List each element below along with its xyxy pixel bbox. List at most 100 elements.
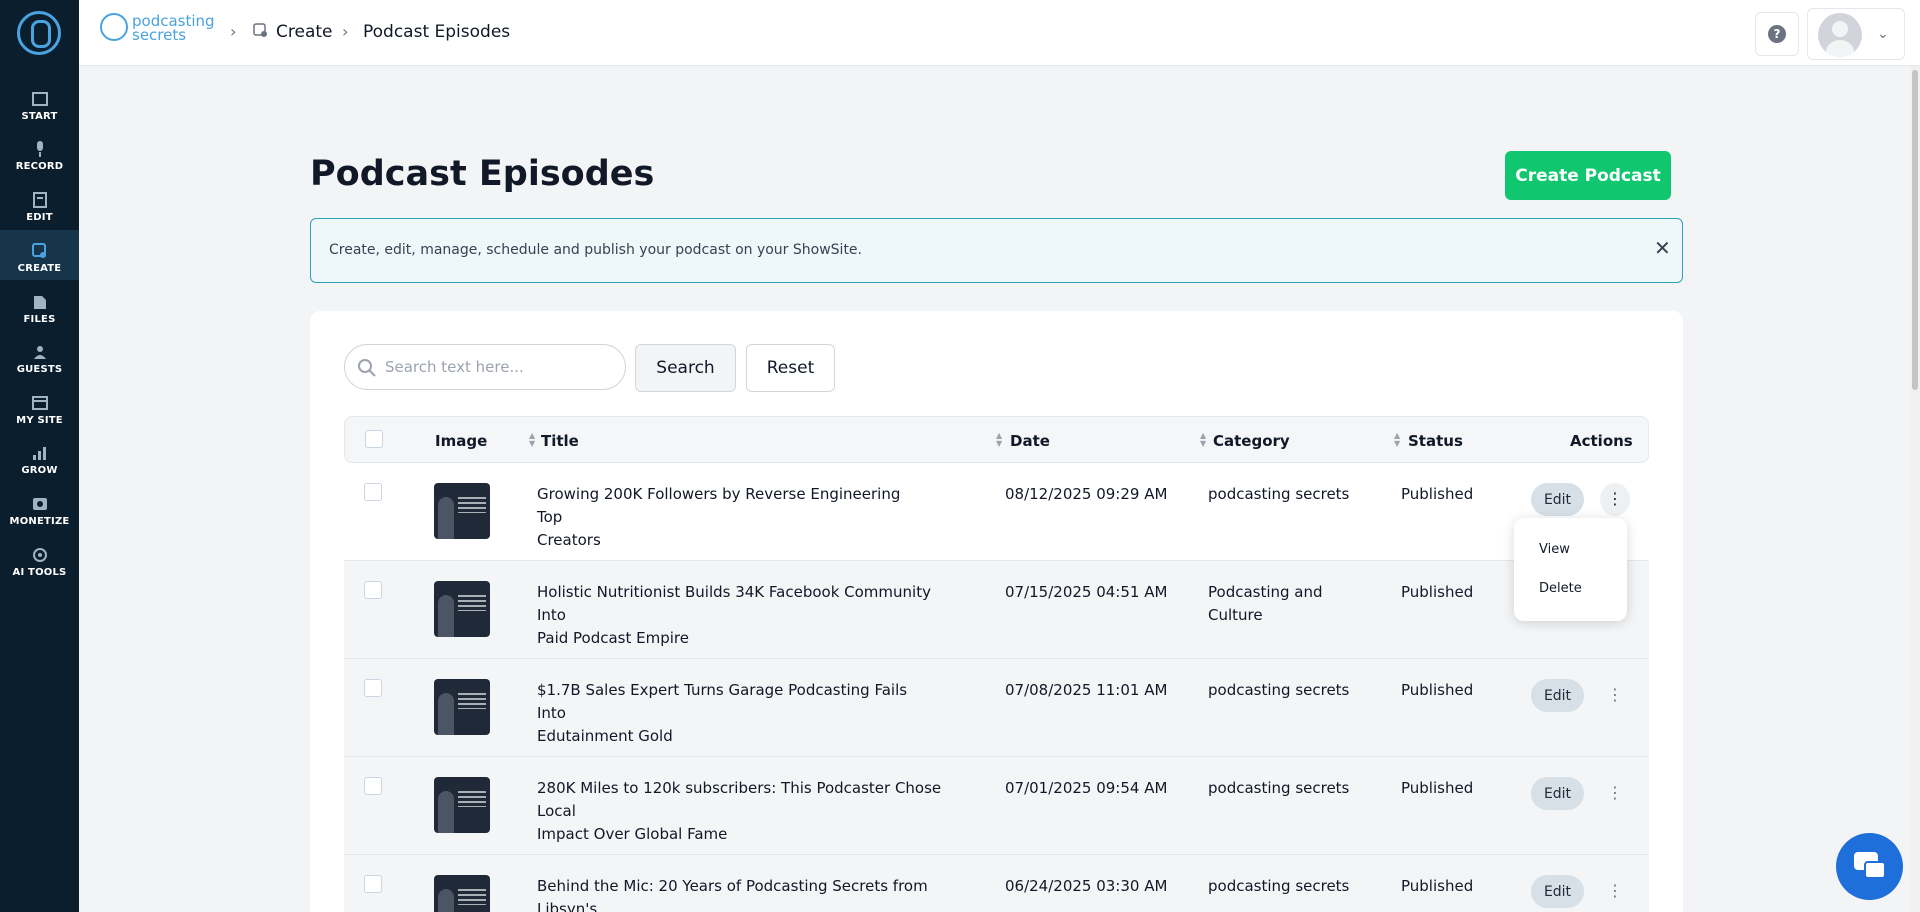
episode-title[interactable]: Growing 200K Followers by Reverse Engine… <box>537 483 917 552</box>
page-title: Podcast Episodes <box>310 154 655 194</box>
row-actions-menu: View Delete <box>1514 518 1627 621</box>
brand-name: podcasting secrets <box>132 14 215 43</box>
chat-widget-button[interactable] <box>1836 833 1903 900</box>
episode-thumbnail[interactable] <box>434 777 490 833</box>
sort-icon[interactable]: ▲ ▼ <box>996 432 1002 448</box>
row-checkbox[interactable] <box>364 777 382 795</box>
chevron-down-icon: ⌄ <box>1877 26 1889 42</box>
more-options-icon[interactable]: ⋮ <box>1600 483 1630 516</box>
category-line: podcasting secrets <box>1208 681 1350 699</box>
title-line: Growing 200K Followers by Reverse Engine… <box>537 485 901 526</box>
episode-thumbnail[interactable] <box>434 875 490 912</box>
column-header-image: Image <box>435 432 488 450</box>
episode-date: 08/12/2025 09:29 AM <box>1005 485 1168 503</box>
sidebar-item-guests[interactable]: GUESTS <box>0 331 79 381</box>
episode-title[interactable]: Behind the Mic: 20 Years of Podcasting S… <box>537 875 957 912</box>
chevron-right-icon: › <box>342 22 349 41</box>
episode-status: Published <box>1401 485 1474 503</box>
info-banner: Create, edit, manage, schedule and publi… <box>310 218 1683 283</box>
column-header-title[interactable]: Title <box>541 432 579 450</box>
edit-button[interactable]: Edit <box>1531 679 1584 712</box>
row-checkbox[interactable] <box>364 581 382 599</box>
title-line: Holistic Nutritionist Builds 34K Faceboo… <box>537 583 931 624</box>
title-line: Impact Over Global Fame <box>537 825 728 843</box>
sidebar-item-monetize[interactable]: MONETIZE <box>0 483 79 533</box>
category-line: Podcasting and <box>1208 583 1323 601</box>
search-input[interactable] <box>385 355 615 379</box>
start-icon <box>31 91 49 107</box>
sidebar-item-files[interactable]: FILES <box>0 281 79 331</box>
search-button[interactable]: Search <box>635 344 736 392</box>
app-logo-icon[interactable] <box>17 11 61 55</box>
create-podcast-button[interactable]: Create Podcast <box>1505 151 1671 200</box>
scrollbar-thumb[interactable] <box>1912 70 1918 390</box>
grow-icon <box>31 445 49 461</box>
episode-title[interactable]: 280K Miles to 120k subscribers: This Pod… <box>537 777 957 846</box>
table-row: Behind the Mic: 20 Years of Podcasting S… <box>344 855 1649 912</box>
sidebar-item-label: GROW <box>21 465 58 476</box>
sidebar-item-grow[interactable]: GROW <box>0 432 79 482</box>
sidebar-item-label: GUESTS <box>16 364 63 375</box>
sidebar-item-label: FILES <box>23 314 56 325</box>
sidebar-item-label: RECORD <box>15 161 64 172</box>
table-row: $1.7B Sales Expert Turns Garage Podcasti… <box>344 659 1649 757</box>
episode-date: 06/24/2025 03:30 AM <box>1005 877 1168 895</box>
title-line: 280K Miles to 120k subscribers: This Pod… <box>537 779 942 820</box>
menu-item-delete[interactable]: Delete <box>1539 581 1582 596</box>
episode-status: Published <box>1401 877 1474 895</box>
guests-icon <box>31 344 49 360</box>
sort-icon[interactable]: ▲ ▼ <box>1200 432 1206 448</box>
sidebar-item-create[interactable]: CREATE <box>0 230 79 280</box>
close-icon[interactable]: ✕ <box>1654 236 1671 260</box>
brand-logo-icon <box>100 13 128 41</box>
help-button[interactable]: ? <box>1755 12 1799 56</box>
column-header-date[interactable]: Date <box>1010 432 1050 450</box>
episode-date: 07/15/2025 04:51 AM <box>1005 583 1168 601</box>
episode-thumbnail[interactable] <box>434 483 490 539</box>
edit-button[interactable]: Edit <box>1531 875 1584 908</box>
more-options-icon[interactable]: ⋮ <box>1600 875 1630 908</box>
files-icon <box>31 294 49 310</box>
user-menu-button[interactable]: ⌄ <box>1807 8 1905 60</box>
row-checkbox[interactable] <box>364 679 382 697</box>
episode-title[interactable]: $1.7B Sales Expert Turns Garage Podcasti… <box>537 679 937 748</box>
select-all-checkbox[interactable] <box>365 430 383 448</box>
sidebar-item-my-site[interactable]: MY SITE <box>0 382 79 432</box>
more-options-icon[interactable]: ⋮ <box>1600 777 1630 810</box>
reset-button[interactable]: Reset <box>746 344 835 392</box>
page-scrollbar[interactable] <box>1910 66 1920 912</box>
brand-logo[interactable]: podcasting secrets <box>100 13 220 45</box>
column-header-category[interactable]: Category <box>1213 432 1290 450</box>
menu-item-view[interactable]: View <box>1539 542 1570 557</box>
episode-thumbnail[interactable] <box>434 581 490 637</box>
episode-date: 07/08/2025 11:01 AM <box>1005 681 1168 699</box>
episode-title[interactable]: Holistic Nutritionist Builds 34K Faceboo… <box>537 581 937 650</box>
edit-icon <box>31 192 49 208</box>
column-header-status[interactable]: Status <box>1408 432 1463 450</box>
sidebar-item-label: EDIT <box>26 212 53 223</box>
episode-category: podcasting secrets <box>1208 875 1368 898</box>
search-box <box>344 344 626 390</box>
sort-icon[interactable]: ▲ ▼ <box>1394 432 1400 448</box>
episodes-card: Search Reset Image ▲▼ Title ▲▼ Date ▲▼ C… <box>310 311 1683 912</box>
sidebar-item-edit[interactable]: EDIT <box>0 179 79 229</box>
microphone-icon <box>31 141 49 157</box>
sort-icon[interactable]: ▲ ▼ <box>529 432 535 448</box>
title-line: Behind the Mic: 20 Years of Podcasting S… <box>537 877 928 912</box>
edit-button[interactable]: Edit <box>1531 483 1584 516</box>
sidebar-item-ai-tools[interactable]: AI TOOLS <box>0 534 79 584</box>
breadcrumb-create[interactable]: Create <box>276 22 333 42</box>
sidebar-item-record[interactable]: RECORD <box>0 128 79 178</box>
episode-status: Published <box>1401 779 1474 797</box>
sidebar-item-label: AI TOOLS <box>12 567 67 578</box>
edit-button[interactable]: Edit <box>1531 777 1584 810</box>
create-icon <box>253 23 269 39</box>
sidebar: START RECORD EDIT CREATE FILES GUESTS MY… <box>0 0 79 912</box>
chevron-right-icon: › <box>230 22 237 41</box>
title-line: $1.7B Sales Expert Turns Garage Podcasti… <box>537 681 908 722</box>
sidebar-item-start[interactable]: START <box>0 78 79 128</box>
row-checkbox[interactable] <box>364 875 382 893</box>
episode-thumbnail[interactable] <box>434 679 490 735</box>
more-options-icon[interactable]: ⋮ <box>1600 679 1630 712</box>
row-checkbox[interactable] <box>364 483 382 501</box>
